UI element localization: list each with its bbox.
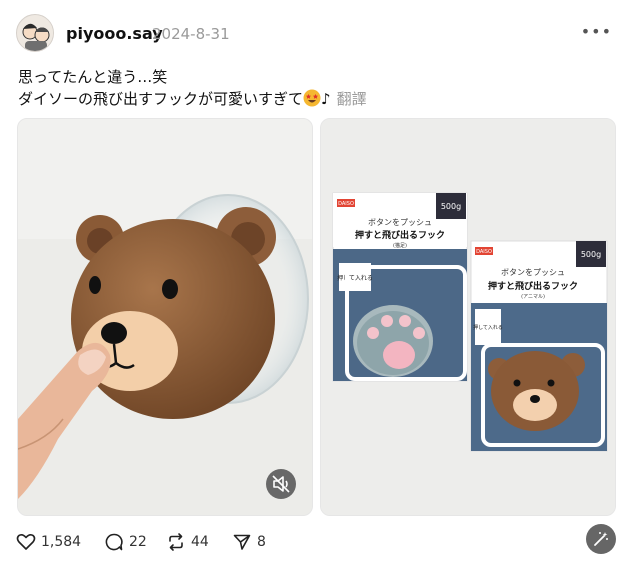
package-left-tagline: ボタンをプッシュ <box>368 218 432 227</box>
username[interactable]: piyooo.say <box>66 24 163 43</box>
repost-button[interactable]: 44 <box>166 530 209 554</box>
avatar[interactable] <box>16 14 54 52</box>
package-right-weight: 500g <box>581 250 601 259</box>
media-image-packages[interactable]: DAISO 500g ボタンをプッシュ 押すと飛び出るフック (猫足) 押して入… <box>320 118 616 516</box>
post-text-line-2: ダイソーの飛び出すフックが可愛いすぎて ♪ 翻譯 <box>18 88 578 110</box>
package-right: DAISO 500g ボタンをプッシュ 押すと飛び出るフック (アニマル) 押し… <box>470 240 608 452</box>
bear-hook-photo <box>18 119 312 515</box>
comment-button[interactable]: 22 <box>104 530 147 554</box>
package-right-title: 押すと飛び出るフック <box>488 280 578 292</box>
repost-icon <box>169 533 183 551</box>
ai-edit-button[interactable] <box>586 524 616 554</box>
media-video-bear[interactable] <box>17 118 313 516</box>
package-right-subtitle: (アニマル) <box>521 294 545 300</box>
post-text: 思ってたんと違う…笑 ダイソーの飛び出すフックが可愛いすぎて ♪ 翻譯 <box>18 66 578 110</box>
comment-icon <box>105 533 123 551</box>
package-left-side-label: 押して入れる <box>337 274 373 282</box>
post-date: 2024-8-31 <box>152 25 230 43</box>
post-text-line-2-suffix: ♪ <box>321 90 331 108</box>
post-header: piyooo.say 2024-8-31 ••• <box>16 14 616 56</box>
share-button[interactable]: 8 <box>232 530 266 554</box>
repost-count: 44 <box>191 534 209 550</box>
package-left-title: 押すと飛び出るフック <box>355 229 445 241</box>
translate-link[interactable]: 翻譯 <box>337 90 367 108</box>
package-right-brand: DAISO <box>476 249 492 255</box>
share-count: 8 <box>257 534 266 550</box>
star-struck-emoji-icon <box>303 89 321 107</box>
post-text-line-2-body: ダイソーの飛び出すフックが可愛いすぎて <box>18 90 304 108</box>
speaker-muted-icon <box>272 475 290 493</box>
like-button[interactable]: 1,584 <box>16 530 81 554</box>
like-count: 1,584 <box>41 534 82 550</box>
package-photo: DAISO 500g ボタンをプッシュ 押すと飛び出るフック (猫足) 押して入… <box>321 119 615 515</box>
magic-wand-icon <box>594 532 608 546</box>
package-left-weight: 500g <box>441 202 461 211</box>
send-icon <box>233 534 251 550</box>
post-text-line-1: 思ってたんと違う…笑 <box>18 68 168 86</box>
package-right-tagline: ボタンをプッシュ <box>501 268 565 277</box>
package-left-brand: DAISO <box>338 201 354 207</box>
package-left-subtitle: (猫足) <box>393 242 407 249</box>
heart-icon <box>16 534 36 550</box>
mute-button[interactable] <box>266 469 296 499</box>
action-bar: 1,584 22 44 8 <box>16 524 626 556</box>
package-left: DAISO 500g ボタンをプッシュ 押すと飛び出るフック (猫足) 押して入… <box>332 192 468 382</box>
package-right-side-label: 押して入れる <box>473 324 503 331</box>
comment-count: 22 <box>129 534 147 550</box>
more-options-icon[interactable]: ••• <box>581 22 612 41</box>
